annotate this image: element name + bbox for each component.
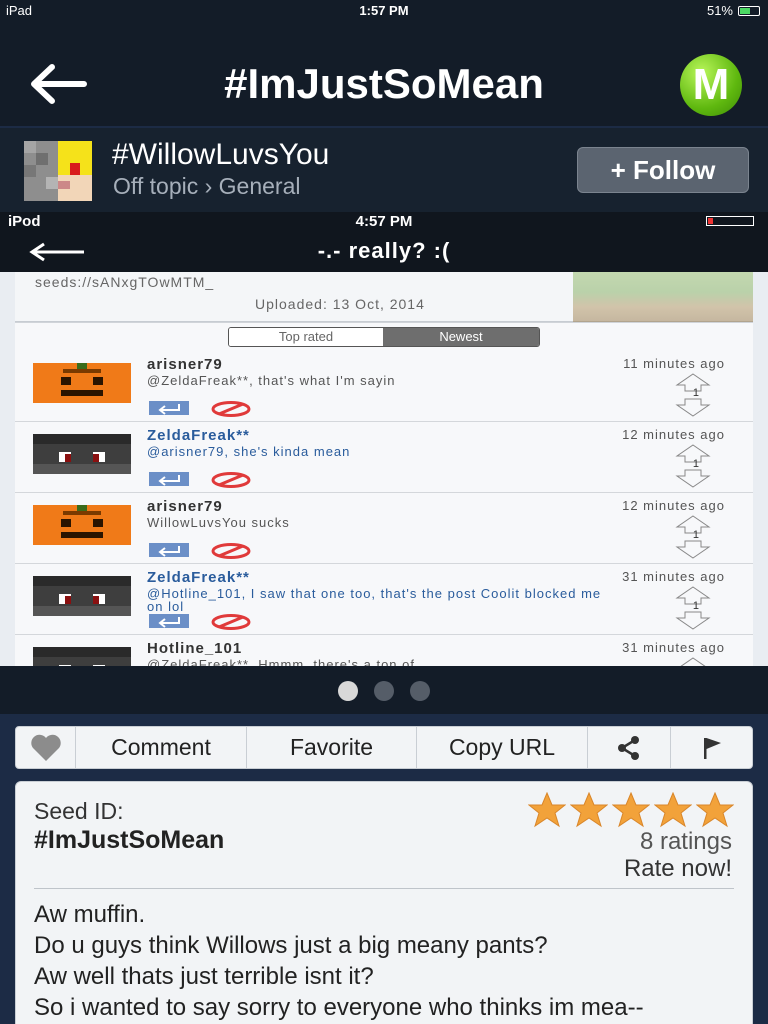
block-icon [211, 543, 251, 559]
vote-count: 1 [692, 529, 699, 541]
author-avatar[interactable] [24, 141, 92, 201]
heart-icon [30, 734, 61, 761]
embedded-nav-bar: -.- really? :( [0, 232, 768, 272]
seed-detail-card: Seed ID: #ImJustSoMean 8 ratings Rate no… [15, 781, 753, 1024]
embedded-seeds-link: seeds://sANxgTOwMTM_ [35, 274, 215, 290]
description-line: Aw muffin. [34, 901, 146, 928]
battery-percent: 51% [706, 3, 733, 18]
description-line: Aw well thats just terrible isnt it? [34, 963, 374, 990]
author-category[interactable]: Off topic › General [113, 173, 301, 200]
star-icon[interactable] [570, 792, 608, 828]
embedded-comment-row: ZeldaFreak** 12 minutes ago @arisner79, sh… [15, 422, 753, 493]
favorite-button[interactable]: Favorite [247, 727, 417, 768]
seed-id-label: Seed ID: [34, 798, 124, 824]
battery-icon [738, 5, 760, 16]
pager-dot[interactable] [374, 681, 394, 701]
comment-text: WillowLuvsYou sucks [147, 515, 290, 530]
comment-text: @ZeldaFreak**, Hmmm, there's a ton of [147, 657, 415, 666]
comment-username: Hotline_101 [147, 640, 243, 657]
follow-button[interactable]: + Follow [577, 147, 749, 193]
embedded-status-bar: iPod 4:57 PM [0, 212, 768, 232]
page-title: #ImJustSoMean [224, 60, 544, 107]
pager-dot[interactable] [410, 681, 430, 701]
comment-username: ZeldaFreak** [147, 569, 250, 586]
embedded-seed-card: seeds://sANxgTOwMTM_ Uploaded: 13 Oct, 2… [15, 272, 753, 322]
share-button[interactable] [588, 727, 671, 768]
copy-url-button[interactable]: Copy URL [417, 727, 588, 768]
embedded-comment-row: Hotline_101 31 minutes ago @ZeldaFreak**, … [15, 635, 753, 666]
comment-button[interactable]: Comment [76, 727, 247, 768]
description-line: Do u guys think Willows just a big meany… [34, 932, 548, 959]
author-bar: #WillowLuvsYou Off topic › General + Fol… [0, 128, 768, 212]
block-icon [211, 472, 251, 488]
embedded-comment-row: ZeldaFreak** 31 minutes ago @Hotline_101, … [15, 564, 753, 635]
star-icon[interactable] [528, 792, 566, 828]
description-line: So i wanted to say sorry to everyone who… [34, 994, 644, 1021]
block-icon [211, 401, 251, 417]
share-icon [618, 735, 639, 760]
divider [34, 888, 734, 889]
comment-time: 31 minutes ago [622, 569, 725, 584]
reply-icon [149, 472, 189, 486]
status-time: 1:57 PM [359, 3, 409, 18]
author-name[interactable]: #WillowLuvsYou [112, 138, 329, 172]
star-icon[interactable] [696, 792, 734, 828]
embedded-comments: Top rated Newest arisner79 11 minutes ago… [15, 322, 753, 666]
vote-count: 1 [692, 600, 699, 612]
reply-icon [149, 543, 189, 557]
commenter-avatar [33, 505, 131, 545]
image-pager [0, 666, 768, 714]
commenter-avatar [33, 434, 131, 474]
embedded-time: 4:57 PM [355, 213, 413, 230]
grass-block-image [573, 272, 753, 322]
embedded-tab-top-rated: Top rated [229, 328, 383, 346]
comment-text: @arisner79, she's kinda mean [147, 444, 351, 459]
comment-username: arisner79 [147, 498, 223, 515]
report-button[interactable] [671, 727, 752, 768]
comment-text: @Hotline_101, I saw that one too, that's… [147, 586, 602, 614]
flag-icon [703, 737, 721, 759]
ratings-count: 8 ratings [639, 828, 732, 855]
embedded-battery-icon [706, 216, 754, 226]
action-bar: Comment Favorite Copy URL [15, 726, 753, 769]
commenter-avatar [33, 363, 131, 403]
like-button[interactable] [16, 727, 76, 768]
comment-username: arisner79 [147, 356, 223, 373]
commenter-avatar [33, 647, 131, 666]
rating-stars[interactable] [528, 792, 734, 828]
battery-indicator: 51% [707, 3, 760, 18]
reply-icon [149, 614, 189, 628]
app-logo[interactable]: M [680, 54, 742, 116]
comment-time: 11 minutes ago [623, 356, 725, 371]
comment-username: ZeldaFreak** [147, 427, 250, 444]
reply-icon [149, 401, 189, 415]
embedded-upload-date: Uploaded: 13 Oct, 2014 [255, 296, 425, 312]
comment-time: 31 minutes ago [622, 640, 725, 655]
embedded-comment-row: arisner79 11 minutes ago @ZeldaFreak**, th… [15, 351, 753, 422]
embedded-comment-row: arisner79 12 minutes ago WillowLuvsYou suc… [15, 493, 753, 564]
vote-arrows-icon [680, 657, 706, 666]
post-image[interactable]: iPod 4:57 PM -.- really? :( seeds://sANx… [0, 212, 768, 666]
embedded-sort-toggle: Top rated Newest [228, 327, 540, 347]
status-bar: iPad 1:57 PM 51% [0, 0, 768, 22]
comment-time: 12 minutes ago [622, 498, 725, 513]
comment-time: 12 minutes ago [622, 427, 725, 442]
seed-description: Aw muffin. Do u guys think Willows just a… [34, 899, 734, 1023]
block-icon [211, 614, 251, 630]
comment-text: @ZeldaFreak**, that's what I'm sayin [147, 373, 396, 388]
star-icon[interactable] [654, 792, 692, 828]
rate-now-link[interactable]: Rate now! [624, 855, 732, 883]
star-icon[interactable] [612, 792, 650, 828]
vote-count: 1 [692, 458, 699, 470]
seed-id-value: #ImJustSoMean [34, 826, 225, 854]
embedded-tab-newest: Newest [383, 328, 539, 346]
pager-dot[interactable] [338, 681, 358, 701]
embedded-title: -.- really? :( [317, 238, 451, 263]
vote-count: 1 [692, 387, 699, 399]
commenter-avatar [33, 576, 131, 616]
nav-bar: #ImJustSoMean M [0, 22, 768, 126]
